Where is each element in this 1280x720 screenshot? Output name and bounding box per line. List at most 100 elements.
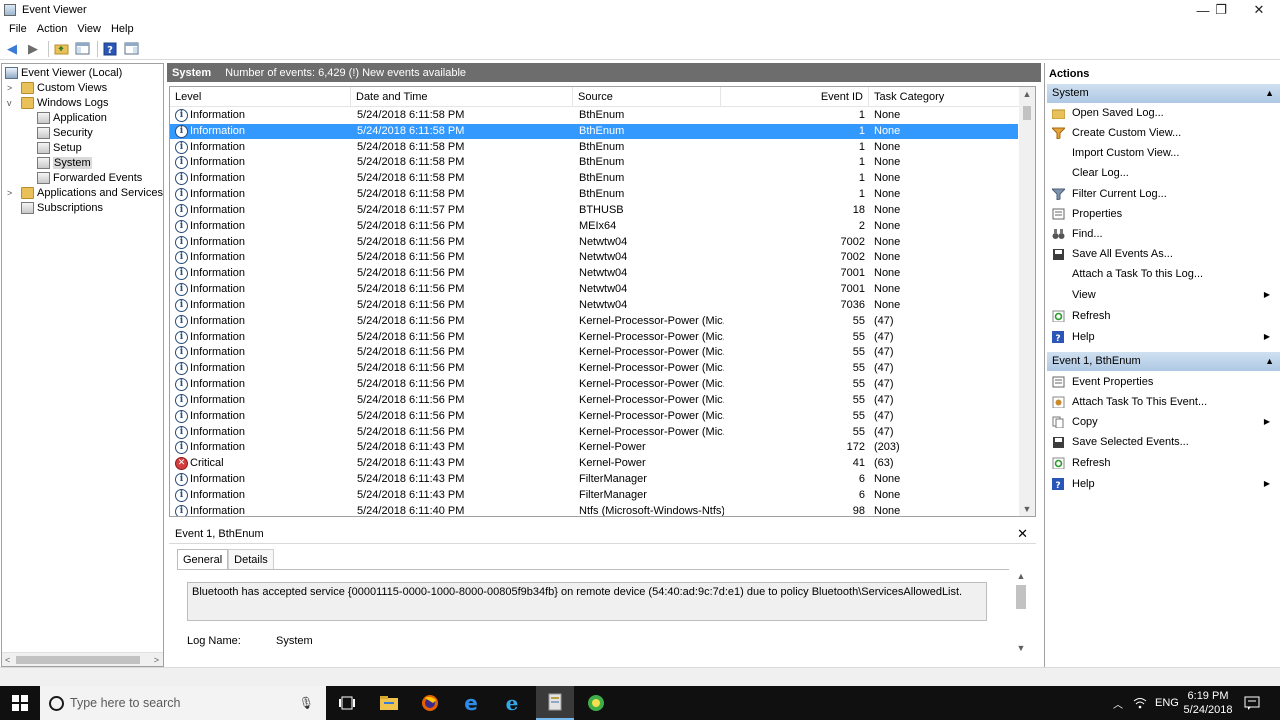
- tree-horizontal-scrollbar[interactable]: < >: [2, 652, 163, 666]
- collapse-icon[interactable]: ▲: [1265, 352, 1274, 371]
- tree-item-custom-views[interactable]: > Custom Views: [7, 80, 107, 95]
- actions-section-event[interactable]: Event 1, BthEnum ▲: [1047, 352, 1280, 371]
- up-folder-icon[interactable]: [52, 40, 70, 58]
- scroll-up-icon[interactable]: ▲: [1019, 89, 1035, 99]
- table-row[interactable]: i Information 5/24/2018 6:11:43 PM FilterMa…: [170, 472, 1018, 487]
- scroll-down-icon[interactable]: ▼: [1019, 504, 1035, 514]
- scroll-thumb[interactable]: [1023, 106, 1031, 120]
- action-save-all-events[interactable]: Save All Events As...: [1047, 245, 1280, 263]
- chevron-right-icon[interactable]: >: [7, 83, 12, 93]
- event-viewer-taskbar-button[interactable]: [536, 686, 574, 720]
- internet-explorer-button[interactable]: e: [495, 686, 529, 720]
- detail-vertical-scrollbar[interactable]: ▲ ▼: [1013, 569, 1029, 655]
- collapse-icon[interactable]: ▲: [1265, 84, 1274, 103]
- table-row[interactable]: i Information 5/24/2018 6:11:56 PM Netwtw04…: [170, 266, 1018, 281]
- table-row[interactable]: i Information 5/24/2018 6:11:58 PM BthEnum 1…: [170, 140, 1018, 155]
- column-level[interactable]: Level: [170, 87, 351, 107]
- show-hide-action-pane-icon[interactable]: [122, 40, 140, 58]
- table-row[interactable]: i Information 5/24/2018 6:11:56 PM Kernel-P…: [170, 409, 1018, 424]
- scroll-right-icon[interactable]: >: [154, 653, 159, 666]
- app-taskbar-button[interactable]: [579, 686, 613, 720]
- menu-help[interactable]: Help: [106, 23, 139, 35]
- scroll-down-icon[interactable]: ▼: [1013, 643, 1029, 653]
- table-row[interactable]: i Information 5/24/2018 6:11:56 PM Netwtw04…: [170, 250, 1018, 265]
- tab-details[interactable]: Details: [228, 549, 274, 569]
- table-row[interactable]: i Information 5/24/2018 6:11:57 PM BTHUSB 18…: [170, 203, 1018, 218]
- action-help[interactable]: ? Help ▶: [1047, 328, 1280, 346]
- help-icon[interactable]: ?: [101, 40, 119, 58]
- action-refresh-event[interactable]: Refresh: [1047, 454, 1280, 472]
- action-view[interactable]: View ▶: [1047, 286, 1280, 304]
- action-copy[interactable]: Copy ▶: [1047, 413, 1280, 431]
- action-properties[interactable]: Properties: [1047, 205, 1280, 223]
- action-attach-task-to-log[interactable]: Attach a Task To this Log...: [1047, 265, 1280, 283]
- column-date-time[interactable]: Date and Time: [351, 87, 573, 107]
- firefox-button[interactable]: [413, 686, 447, 720]
- scroll-thumb[interactable]: [16, 656, 140, 664]
- tree-item-application[interactable]: Application: [37, 110, 107, 125]
- table-row[interactable]: i Information 5/24/2018 6:11:56 PM Netwtw04…: [170, 235, 1018, 250]
- language-indicator[interactable]: ENG: [1155, 686, 1179, 720]
- table-row[interactable]: i Information 5/24/2018 6:11:43 PM FilterMa…: [170, 488, 1018, 503]
- close-detail-icon[interactable]: ✕: [1017, 526, 1028, 542]
- table-row[interactable]: i Information 5/24/2018 6:11:56 PM Netwtw04…: [170, 298, 1018, 313]
- taskbar-clock[interactable]: 6:19 PM 5/24/2018: [1177, 689, 1239, 717]
- event-list-vertical-scrollbar[interactable]: ▲ ▼: [1019, 87, 1035, 516]
- column-event-id[interactable]: Event ID: [721, 87, 869, 107]
- back-arrow-icon[interactable]: ◀: [3, 40, 21, 58]
- tree-item-security[interactable]: Security: [37, 125, 93, 140]
- action-open-saved-log[interactable]: Open Saved Log...: [1047, 104, 1280, 122]
- action-find[interactable]: Find...: [1047, 225, 1280, 243]
- maximize-button[interactable]: ❐: [1202, 0, 1240, 20]
- network-button[interactable]: [1133, 686, 1147, 720]
- table-row[interactable]: i Information 5/24/2018 6:11:56 PM MEIx64 2 N…: [170, 219, 1018, 234]
- tree-item-forwarded-events[interactable]: Forwarded Events: [37, 170, 142, 185]
- table-row[interactable]: i Information 5/24/2018 6:11:58 PM BthEnum 1…: [170, 187, 1018, 202]
- table-row[interactable]: i Information 5/24/2018 6:11:56 PM Kernel-P…: [170, 377, 1018, 392]
- table-row[interactable]: i Information 5/24/2018 6:11:56 PM Kernel-P…: [170, 425, 1018, 440]
- scroll-up-icon[interactable]: ▲: [1013, 571, 1029, 581]
- chevron-right-icon[interactable]: >: [7, 188, 12, 198]
- table-row[interactable]: i Information 5/24/2018 6:11:56 PM Kernel-P…: [170, 361, 1018, 376]
- action-help-event[interactable]: ? Help ▶: [1047, 475, 1280, 493]
- tree-item-apps-services[interactable]: > Applications and Services Lo: [7, 185, 163, 200]
- chevron-down-icon[interactable]: v: [7, 98, 12, 108]
- tree-item-windows-logs[interactable]: v Windows Logs: [7, 95, 109, 110]
- tree-item-system[interactable]: System: [37, 155, 92, 170]
- table-row[interactable]: i Information 5/24/2018 6:11:58 PM BthEnum 1…: [170, 123, 1018, 139]
- show-hidden-icons[interactable]: ︿: [1113, 686, 1123, 720]
- tree-item-subscriptions[interactable]: Subscriptions: [21, 200, 103, 215]
- tree-item-event-viewer-local[interactable]: Event Viewer (Local): [5, 65, 122, 80]
- microphone-icon[interactable]: 🎙: [299, 696, 314, 710]
- column-source[interactable]: Source: [573, 87, 721, 107]
- table-row[interactable]: i Information 5/24/2018 6:11:43 PM Kernel-P…: [170, 440, 1018, 455]
- table-row[interactable]: i Information 5/24/2018 6:11:56 PM Kernel-P…: [170, 314, 1018, 329]
- table-row[interactable]: i Information 5/24/2018 6:11:56 PM Kernel-P…: [170, 330, 1018, 345]
- actions-section-system[interactable]: System ▲: [1047, 84, 1280, 103]
- scroll-thumb[interactable]: [1016, 585, 1026, 609]
- action-clear-log[interactable]: Clear Log...: [1047, 164, 1280, 182]
- action-center-button[interactable]: [1244, 686, 1260, 720]
- table-row[interactable]: i Information 5/24/2018 6:11:56 PM Netwtw04…: [170, 282, 1018, 297]
- table-row[interactable]: i Information 5/24/2018 6:11:56 PM Kernel-P…: [170, 393, 1018, 408]
- table-row[interactable]: i Information 5/24/2018 6:11:56 PM Kernel-P…: [170, 345, 1018, 360]
- action-attach-task-to-event[interactable]: Attach Task To This Event...: [1047, 393, 1280, 411]
- table-row[interactable]: i Information 5/24/2018 6:11:40 PM Ntfs (Mi…: [170, 504, 1018, 516]
- table-row[interactable]: i Information 5/24/2018 6:11:58 PM BthEnum 1…: [170, 155, 1018, 170]
- action-filter-current-log[interactable]: Filter Current Log...: [1047, 185, 1280, 203]
- show-hide-console-tree-icon[interactable]: [73, 40, 91, 58]
- action-create-custom-view[interactable]: Create Custom View...: [1047, 124, 1280, 142]
- forward-arrow-icon[interactable]: ▶: [24, 40, 42, 58]
- action-import-custom-view[interactable]: Import Custom View...: [1047, 144, 1280, 162]
- action-save-selected-events[interactable]: Save Selected Events...: [1047, 433, 1280, 451]
- menu-file[interactable]: File: [4, 23, 32, 35]
- edge-button[interactable]: e: [454, 686, 488, 720]
- taskbar-search[interactable]: Type here to search 🎙: [40, 686, 326, 720]
- action-event-properties[interactable]: Event Properties: [1047, 373, 1280, 391]
- table-row[interactable]: ✕ Critical 5/24/2018 6:11:43 PM Kernel-Powe…: [170, 456, 1018, 471]
- chevron-up-icon[interactable]: ︿: [1113, 696, 1123, 711]
- menu-view[interactable]: View: [72, 23, 106, 35]
- task-view-button[interactable]: [330, 686, 364, 720]
- table-row[interactable]: i Information 5/24/2018 6:11:58 PM BthEnum 1…: [170, 171, 1018, 186]
- column-task-category[interactable]: Task Category: [869, 87, 1020, 107]
